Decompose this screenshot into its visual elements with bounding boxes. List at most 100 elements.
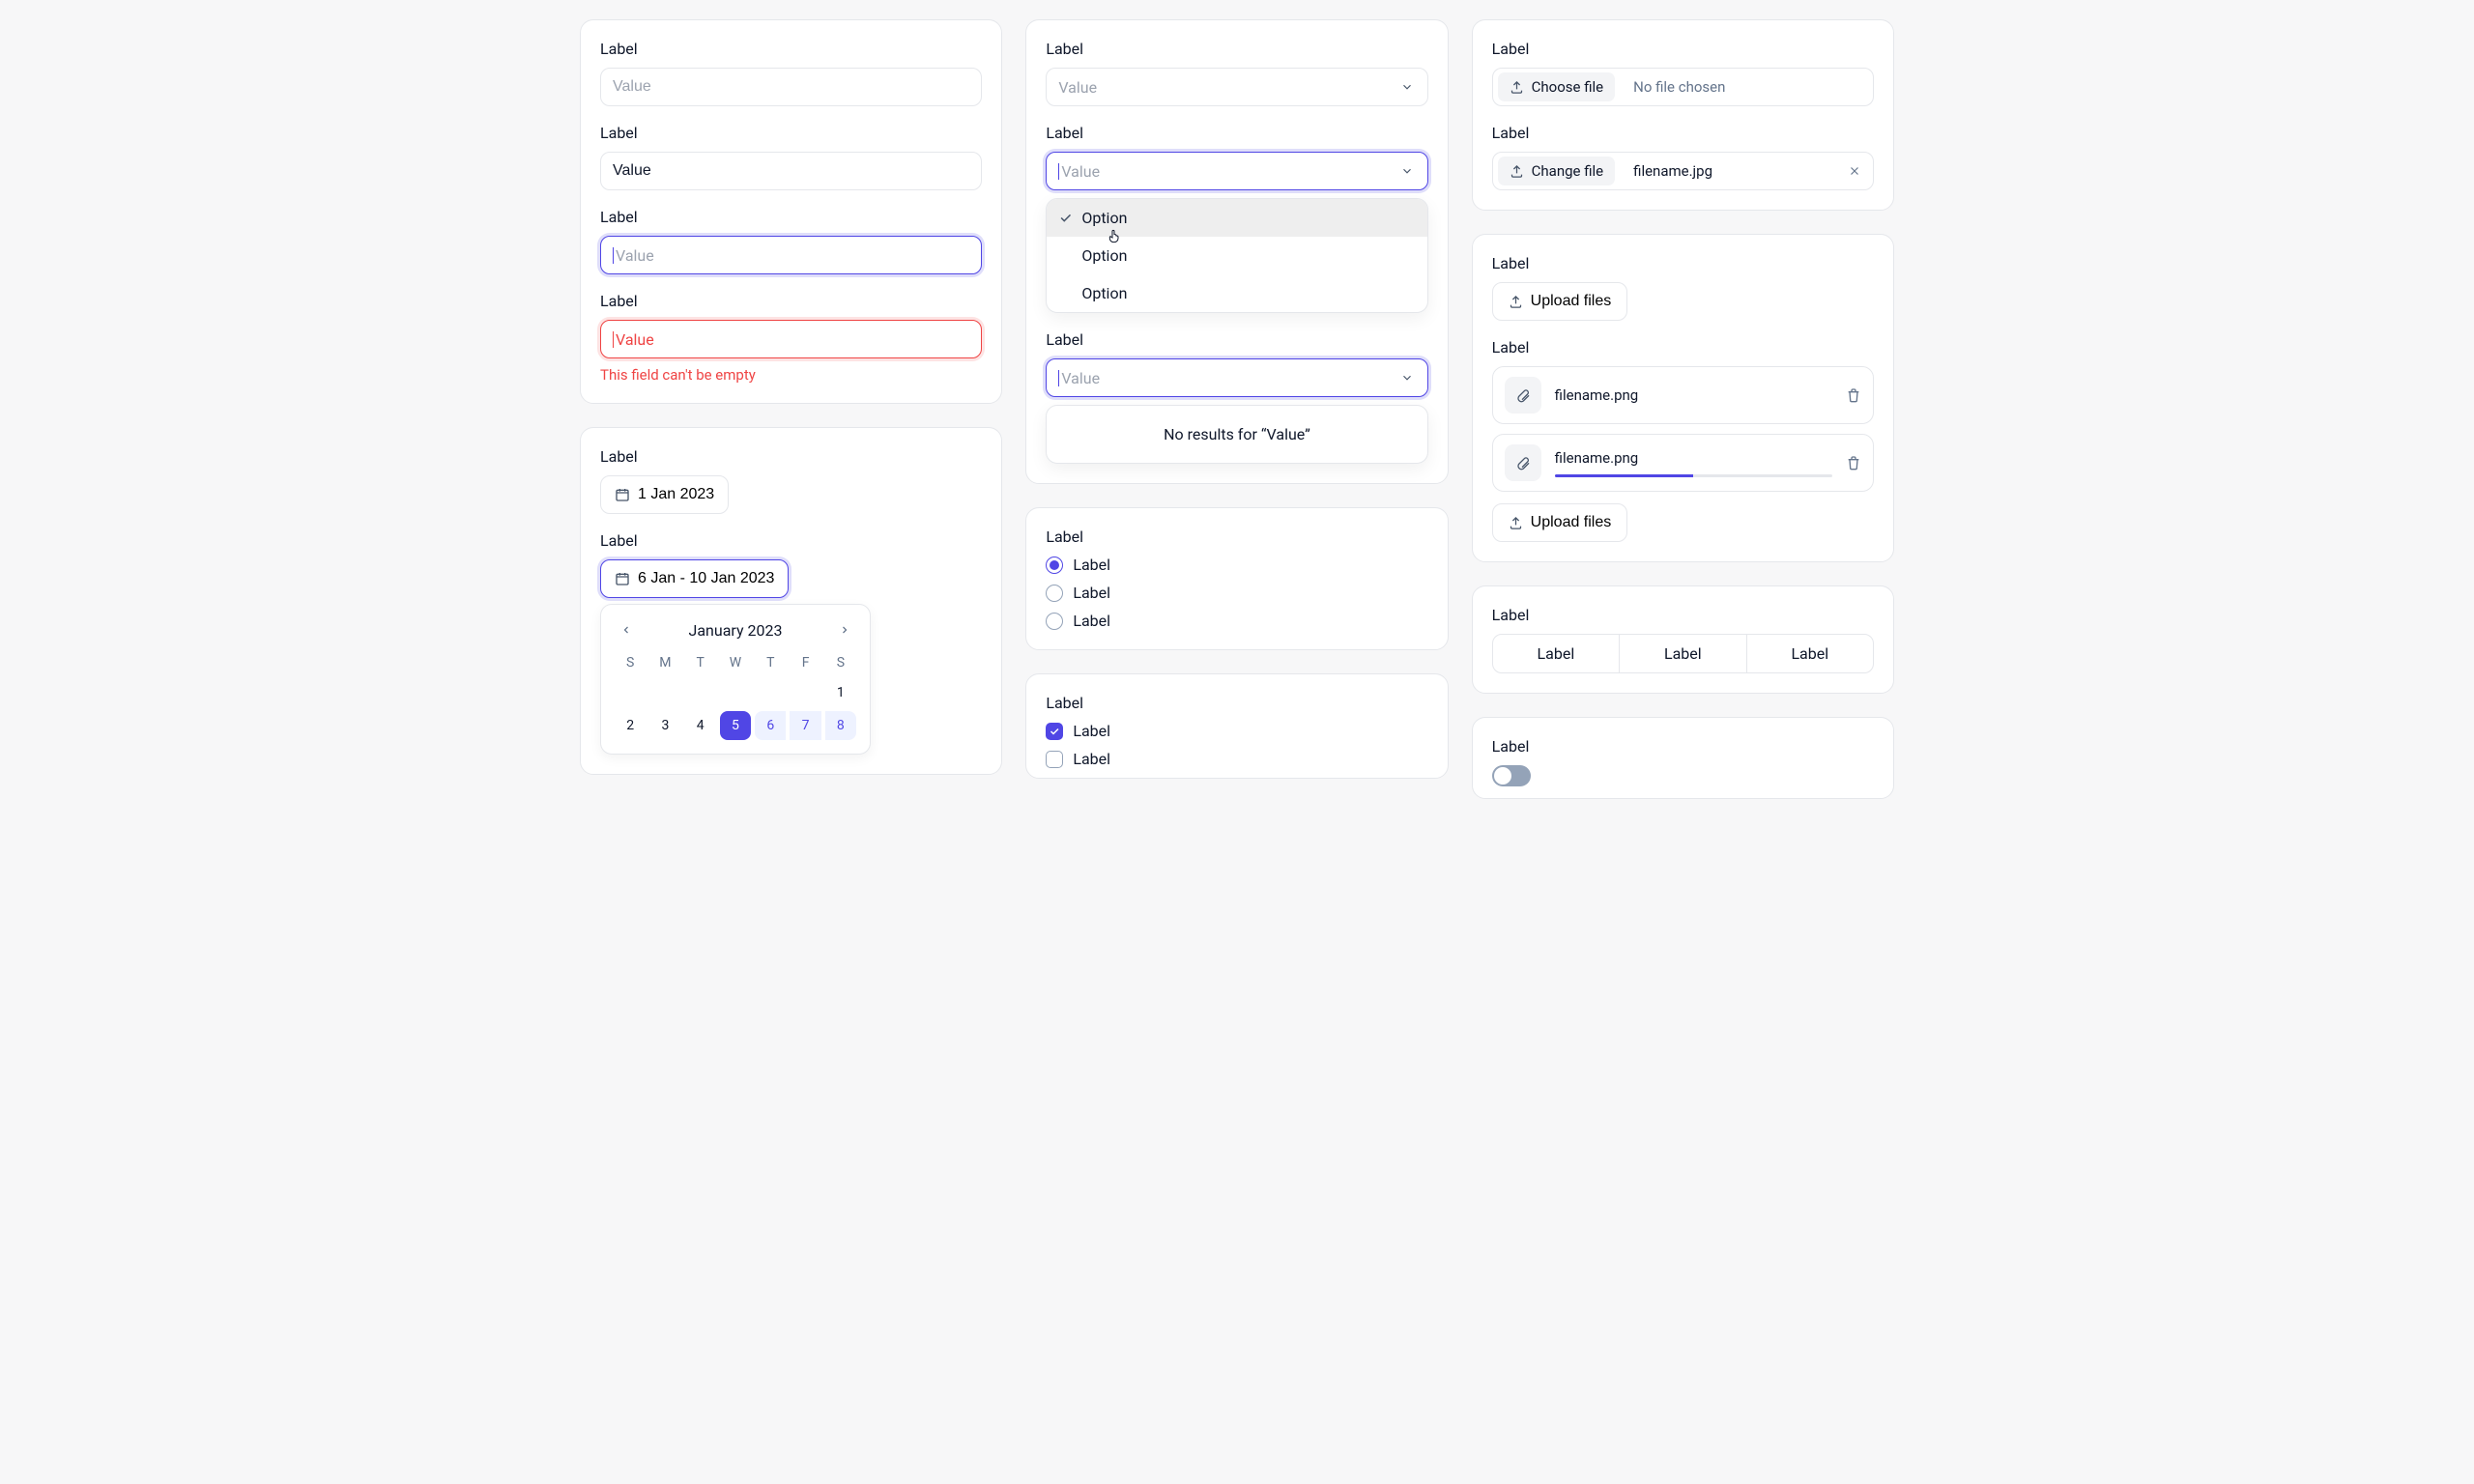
calendar-day-selected[interactable]: 5 (720, 711, 751, 740)
text-input-filled[interactable] (600, 152, 982, 190)
radio-option[interactable]: Label (1046, 612, 1427, 630)
calendar-dow: M (649, 651, 680, 674)
trash-icon (1846, 387, 1861, 403)
file-name: filename.png (1555, 449, 1832, 467)
select-label: Label (1046, 124, 1427, 142)
calendar-popover: January 2023 SMTWTFS 12345678 (600, 604, 871, 755)
text-input-placeholder[interactable] (600, 68, 982, 106)
delete-file-button[interactable] (1846, 455, 1861, 471)
segmented-item[interactable]: Label (1619, 635, 1745, 672)
calendar-icon (615, 487, 630, 502)
upload-progress (1555, 474, 1832, 477)
select-label: Label (1046, 40, 1427, 58)
calendar-day[interactable]: 1 (825, 678, 856, 707)
checkbox-option[interactable]: Label (1046, 750, 1427, 768)
checkbox-card: Label Label Label (1025, 673, 1448, 779)
date-picker-card: Label 1 Jan 2023 Label 6 Jan - 10 Jan 20… (580, 427, 1002, 775)
radio-icon (1046, 556, 1063, 574)
text-input-error[interactable]: Value (600, 320, 982, 358)
upload-files-button[interactable]: Upload files (1492, 503, 1628, 542)
file-name: filename.png (1555, 386, 1832, 404)
toggle-label: Label (1492, 737, 1874, 756)
select-open[interactable]: Value (1046, 152, 1427, 190)
checkbox-group-label: Label (1046, 694, 1427, 712)
attachment-icon (1505, 444, 1541, 481)
select-no-results[interactable]: Value (1046, 358, 1427, 397)
trash-icon (1846, 455, 1861, 471)
change-file-button[interactable]: Change file (1498, 157, 1615, 186)
calendar-day-range[interactable]: 6 (755, 711, 786, 740)
calendar-dow: F (790, 651, 820, 674)
select-closed[interactable]: Value (1046, 68, 1427, 106)
file-input-label: Label (1492, 124, 1874, 142)
text-inputs-card: Label Label Label Value Label Value (580, 19, 1002, 404)
check-icon (1058, 211, 1073, 225)
date-range-button[interactable]: 6 Jan - 10 Jan 2023 (600, 559, 789, 598)
upload-icon (1509, 295, 1523, 309)
toggle-switch[interactable] (1492, 765, 1531, 786)
calendar-day-range[interactable]: 7 (790, 711, 820, 740)
chevron-down-icon (1400, 164, 1414, 178)
segmented-item[interactable]: Label (1493, 635, 1619, 672)
file-input-label: Label (1492, 40, 1874, 58)
radio-icon (1046, 585, 1063, 602)
file-single-card: Label Choose file No file chosen Label C… (1472, 19, 1894, 211)
calendar-day[interactable]: 3 (649, 711, 680, 740)
checkbox-option[interactable]: Label (1046, 722, 1427, 740)
calendar-day[interactable]: 2 (615, 711, 646, 740)
file-name-text: filename.jpg (1620, 162, 1848, 180)
upload-icon (1510, 80, 1524, 95)
radio-card: Label Label Label Label (1025, 507, 1448, 650)
file-input-chosen: Change file filename.jpg (1492, 152, 1874, 190)
radio-group-label: Label (1046, 528, 1427, 546)
input-label: Label (600, 208, 982, 226)
calendar-dow: T (755, 651, 786, 674)
calendar-prev-button[interactable] (615, 618, 638, 642)
date-picker-button[interactable]: 1 Jan 2023 (600, 475, 729, 514)
file-multi-card: Label Upload files Label filename.png fil… (1472, 234, 1894, 562)
calendar-dow: W (720, 651, 751, 674)
radio-option[interactable]: Label (1046, 584, 1427, 602)
select-option[interactable]: Option (1047, 199, 1426, 237)
chevron-down-icon (1400, 80, 1414, 94)
calendar-dow: S (825, 651, 856, 674)
select-label: Label (1046, 330, 1427, 349)
segmented-item[interactable]: Label (1746, 635, 1873, 672)
segmented-card: Label LabelLabelLabel (1472, 585, 1894, 694)
chevron-down-icon (1400, 371, 1414, 385)
clear-file-button[interactable] (1848, 164, 1873, 178)
calendar-dow: S (615, 651, 646, 674)
radio-icon (1046, 613, 1063, 630)
file-item: filename.png (1492, 434, 1874, 492)
checkbox-icon (1046, 723, 1063, 740)
text-cursor (613, 331, 614, 348)
radio-option[interactable]: Label (1046, 556, 1427, 574)
upload-label: Label (1492, 254, 1874, 272)
select-option[interactable]: Option (1047, 237, 1426, 274)
calendar-next-button[interactable] (833, 618, 856, 642)
text-cursor (1058, 163, 1059, 180)
delete-file-button[interactable] (1846, 387, 1861, 403)
attachment-icon (1505, 377, 1541, 414)
select-option[interactable]: Option (1047, 274, 1426, 312)
toggle-card: Label (1472, 717, 1894, 799)
text-input-focused[interactable]: Value (600, 236, 982, 274)
choose-file-button[interactable]: Choose file (1498, 72, 1615, 101)
input-label: Label (600, 124, 982, 142)
calendar-dow: T (685, 651, 716, 674)
upload-files-button[interactable]: Upload files (1492, 282, 1628, 321)
checkbox-icon (1046, 751, 1063, 768)
calendar-month-title: January 2023 (689, 621, 783, 640)
chevron-left-icon (620, 624, 632, 636)
select-card: Label Value Label Value OptionOp (1025, 19, 1448, 484)
segmented-label: Label (1492, 606, 1874, 624)
file-input-empty: Choose file No file chosen (1492, 68, 1874, 106)
text-cursor (1058, 370, 1059, 386)
calendar-day-range[interactable]: 8 (825, 711, 856, 740)
date-label: Label (600, 447, 982, 466)
file-item: filename.png (1492, 366, 1874, 424)
segmented-control: LabelLabelLabel (1492, 634, 1874, 673)
upload-list-label: Label (1492, 338, 1874, 357)
text-cursor (613, 247, 614, 264)
calendar-day[interactable]: 4 (685, 711, 716, 740)
